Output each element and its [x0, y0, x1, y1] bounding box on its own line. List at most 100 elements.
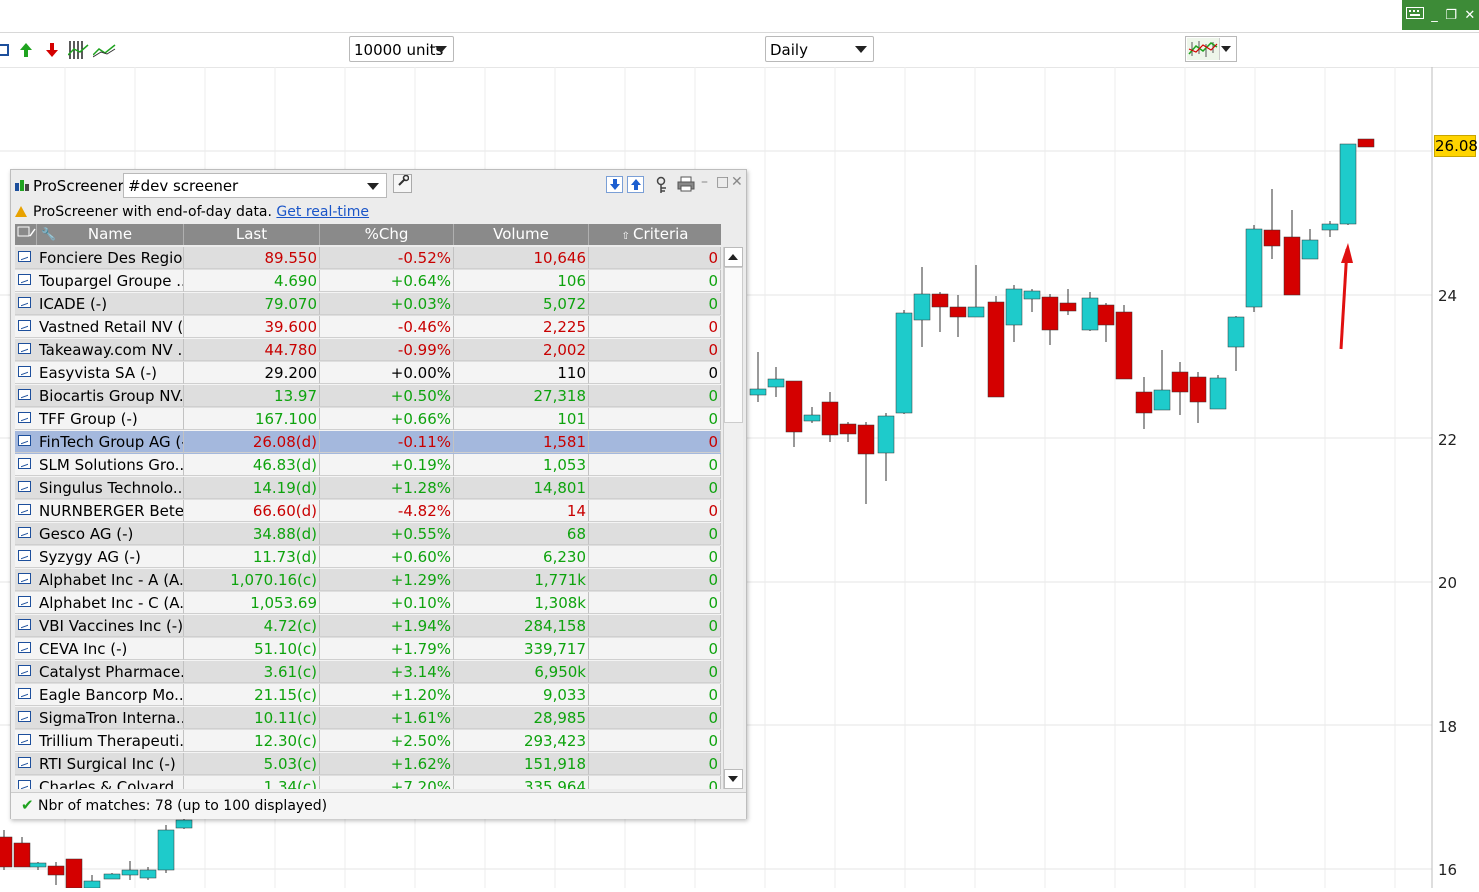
- cell-name: Fonciere Des Regio...: [37, 247, 184, 269]
- row-chart-icon[interactable]: [15, 385, 37, 407]
- row-chart-icon[interactable]: [15, 362, 37, 384]
- column-header-last[interactable]: Last: [184, 224, 320, 245]
- close-icon[interactable]: ✕: [731, 174, 743, 190]
- column-header-chg[interactable]: %Chg: [320, 224, 454, 245]
- row-chart-icon[interactable]: [15, 500, 37, 522]
- row-chart-icon[interactable]: [15, 546, 37, 568]
- column-options-icon[interactable]: [15, 224, 37, 245]
- row-chart-icon[interactable]: [15, 569, 37, 591]
- table-row[interactable]: Easyvista SA (-) 29.200 +0.00% 110 0: [15, 362, 721, 385]
- table-row[interactable]: Singulus Technolo... 14.19(d) +1.28% 14,801…: [15, 477, 721, 500]
- rectangle-icon[interactable]: [0, 41, 16, 59]
- link-icon[interactable]: [656, 176, 670, 198]
- table-row[interactable]: ICADE (-) 79.070 +0.03% 5,072 0: [15, 293, 721, 316]
- table-row[interactable]: Eagle Bancorp Mo... 21.15(c) +1.20% 9,033 0: [15, 684, 721, 707]
- cell-last: 51.10(c): [184, 638, 320, 660]
- chart-style-dropdown[interactable]: [1185, 36, 1237, 62]
- row-chart-icon[interactable]: [15, 339, 37, 361]
- cell-volume: 27,318: [454, 385, 589, 407]
- candle-up: [767, 378, 785, 388]
- price-tick: 20: [1438, 574, 1458, 592]
- table-row[interactable]: SigmaTron Interna... 10.11(c) +1.61% 28,985…: [15, 707, 721, 730]
- row-chart-icon[interactable]: [15, 408, 37, 430]
- results-scrollbar[interactable]: [723, 247, 743, 789]
- row-chart-icon[interactable]: [15, 592, 37, 614]
- proscreener-window[interactable]: ProScreener #dev screener – □ ✕ ProScree…: [10, 169, 747, 819]
- scroll-thumb[interactable]: [724, 267, 743, 423]
- row-chart-icon[interactable]: [15, 270, 37, 292]
- table-row[interactable]: Alphabet Inc - A (A... 1,070.16(c) +1.29% 1…: [15, 569, 721, 592]
- table-row[interactable]: Vastned Retail NV (-) 39.600 -0.46% 2,225 0: [15, 316, 721, 339]
- sort-down-button[interactable]: [606, 176, 623, 193]
- close-button[interactable]: ✕: [1464, 8, 1475, 23]
- row-chart-icon[interactable]: [15, 661, 37, 683]
- row-chart-icon[interactable]: [15, 638, 37, 660]
- row-chart-icon[interactable]: [15, 776, 37, 789]
- edit-screener-button[interactable]: [393, 174, 412, 193]
- arrow-down-icon[interactable]: [45, 41, 61, 59]
- table-row[interactable]: FinTech Group AG (-) 26.08(d) -0.11% 1,581 0: [15, 431, 721, 454]
- cell-chg: +0.64%: [320, 270, 454, 292]
- row-chart-icon[interactable]: [15, 477, 37, 499]
- table-row[interactable]: Catalyst Pharmace... 3.61(c) +3.14% 6,950k 0: [15, 661, 721, 684]
- cell-criteria: 0: [589, 500, 721, 522]
- sort-up-button[interactable]: [627, 176, 644, 193]
- period-dropdown[interactable]: Daily: [765, 36, 874, 62]
- candle-up: [1245, 228, 1263, 308]
- minimize-button[interactable]: _: [1431, 8, 1438, 23]
- column-header-name[interactable]: 🔧 Name: [37, 224, 184, 245]
- table-row[interactable]: Alphabet Inc - C (A... 1,053.69 +0.10% 1,30…: [15, 592, 721, 615]
- cell-chg: +2.50%: [320, 730, 454, 752]
- cell-name: Toupargel Groupe ...: [37, 270, 184, 292]
- row-chart-icon[interactable]: [15, 684, 37, 706]
- table-row[interactable]: Toupargel Groupe ... 4.690 +0.64% 106 0: [15, 270, 721, 293]
- arrow-up-icon[interactable]: [19, 41, 35, 59]
- row-chart-icon[interactable]: [15, 431, 37, 453]
- table-row[interactable]: Trillium Therapeuti... 12.30(c) +2.50% 293,…: [15, 730, 721, 753]
- units-dropdown[interactable]: 10000 units: [349, 36, 454, 62]
- table-header: 🔧 Name Last %Chg Volume ⇧ Criteria: [15, 224, 721, 245]
- row-chart-icon[interactable]: [15, 523, 37, 545]
- get-real-time-link[interactable]: Get real-time: [276, 204, 369, 220]
- row-chart-icon[interactable]: [15, 615, 37, 637]
- row-chart-icon[interactable]: [15, 730, 37, 752]
- cell-criteria: 0: [589, 385, 721, 407]
- table-row[interactable]: SLM Solutions Gro... 46.83(d) +0.19% 1,053 0: [15, 454, 721, 477]
- row-chart-icon[interactable]: [15, 293, 37, 315]
- maximize-icon[interactable]: □: [716, 174, 729, 190]
- screener-select[interactable]: #dev screener: [123, 173, 387, 198]
- column-header-criteria-label: Criteria: [633, 225, 689, 243]
- row-chart-icon[interactable]: [15, 247, 37, 269]
- table-row[interactable]: Charles & Colvard ... 1.34(c) +7.20% 335,96…: [15, 776, 721, 789]
- table-row[interactable]: Takeaway.com NV ... 44.780 -0.99% 2,002 0: [15, 339, 721, 362]
- cell-criteria: 0: [589, 293, 721, 315]
- cell-volume: 14,801: [454, 477, 589, 499]
- scroll-up-button[interactable]: [724, 247, 743, 267]
- row-chart-icon[interactable]: [15, 316, 37, 338]
- cell-criteria: 0: [589, 776, 721, 789]
- cell-volume: 110: [454, 362, 589, 384]
- row-chart-icon[interactable]: [15, 753, 37, 775]
- table-row[interactable]: Syzygy AG (-) 11.73(d) +0.60% 6,230 0: [15, 546, 721, 569]
- table-row[interactable]: NURNBERGER Bete... 66.60(d) -4.82% 14 0: [15, 500, 721, 523]
- table-row[interactable]: RTI Surgical Inc (-) 5.03(c) +1.62% 151,918…: [15, 753, 721, 776]
- trend-lines-icon[interactable]: [92, 41, 117, 59]
- vertical-lines-icon[interactable]: [67, 41, 90, 59]
- table-row[interactable]: Biocartis Group NV... 13.97 +0.50% 27,318 0: [15, 385, 721, 408]
- table-row[interactable]: Gesco AG (-) 34.88(d) +0.55% 68 0: [15, 523, 721, 546]
- table-row[interactable]: CEVA Inc (-) 51.10(c) +1.79% 339,717 0: [15, 638, 721, 661]
- minimize-icon[interactable]: –: [701, 174, 708, 190]
- column-header-volume[interactable]: Volume: [454, 224, 589, 245]
- row-chart-icon[interactable]: [15, 707, 37, 729]
- restore-button[interactable]: ❐: [1445, 8, 1457, 23]
- chevron-down-icon: [1221, 46, 1231, 52]
- column-header-criteria[interactable]: ⇧ Criteria: [589, 224, 721, 245]
- screener-title-bar[interactable]: ProScreener #dev screener – □ ✕: [11, 170, 746, 200]
- table-row[interactable]: VBI Vaccines Inc (-) 4.72(c) +1.94% 284,158…: [15, 615, 721, 638]
- table-row[interactable]: TFF Group (-) 167.100 +0.66% 101 0: [15, 408, 721, 431]
- row-chart-icon[interactable]: [15, 454, 37, 476]
- scroll-down-button[interactable]: [724, 769, 743, 789]
- table-row[interactable]: Fonciere Des Regio... 89.550 -0.52% 10,646 0: [15, 247, 721, 270]
- keyboard-icon[interactable]: [1405, 7, 1424, 23]
- print-icon[interactable]: [677, 176, 695, 196]
